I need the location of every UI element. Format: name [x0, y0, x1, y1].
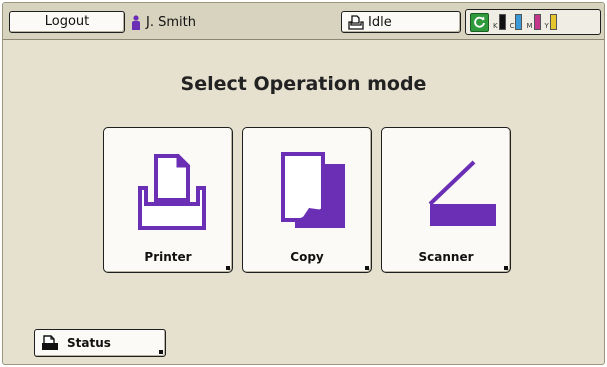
- status-icon: [42, 335, 58, 350]
- toner-m: M: [526, 14, 541, 30]
- toner-k-label: K: [493, 22, 498, 30]
- scanner-mode-label: Scanner: [418, 250, 474, 264]
- copy-icon: [281, 152, 345, 228]
- printer-status-icon: [348, 14, 364, 30]
- toner-k: K: [493, 14, 506, 30]
- toner-c-bar: [515, 14, 523, 30]
- copy-mode-label: Copy: [290, 250, 324, 264]
- status-button[interactable]: Status: [34, 329, 166, 357]
- user-info: J. Smith: [131, 11, 196, 33]
- page-title: Select Operation mode: [180, 73, 427, 95]
- corner-indicator: [159, 350, 163, 354]
- toner-m-bar: [533, 14, 541, 30]
- toner-c-label: C: [509, 22, 515, 30]
- corner-indicator: [226, 266, 230, 270]
- toner-k-bar: [498, 14, 506, 30]
- toner-y-label: Y: [544, 22, 549, 30]
- toner-y: Y: [545, 14, 557, 30]
- toner-c: C: [510, 14, 523, 30]
- printer-mode-button[interactable]: Printer: [103, 127, 233, 273]
- device-status-text: Idle: [368, 14, 392, 30]
- toner-y-bar: [549, 14, 557, 30]
- refresh-icon[interactable]: [470, 12, 489, 32]
- status-label: Status: [67, 336, 111, 350]
- toner-m-label: M: [526, 22, 533, 30]
- scanner-mode-button[interactable]: Scanner: [381, 127, 511, 273]
- printer-mode-label: Printer: [144, 250, 192, 264]
- supplies-panel[interactable]: K C M Y: [465, 9, 601, 35]
- corner-indicator: [504, 266, 508, 270]
- scanner-icon: [428, 160, 496, 226]
- printer-icon: [138, 154, 206, 230]
- corner-indicator: [365, 266, 369, 270]
- user-icon: [132, 14, 140, 30]
- logout-label: Logout: [44, 14, 90, 29]
- copy-mode-button[interactable]: Copy: [242, 127, 372, 273]
- device-status-button[interactable]: Idle: [341, 11, 461, 33]
- logout-button[interactable]: Logout: [9, 11, 125, 33]
- operation-mode-screen: Logout J. Smith Idle K C M Y Select Oper…: [2, 2, 605, 365]
- top-bar: Logout J. Smith Idle K C M Y: [3, 3, 604, 40]
- user-name: J. Smith: [146, 14, 196, 30]
